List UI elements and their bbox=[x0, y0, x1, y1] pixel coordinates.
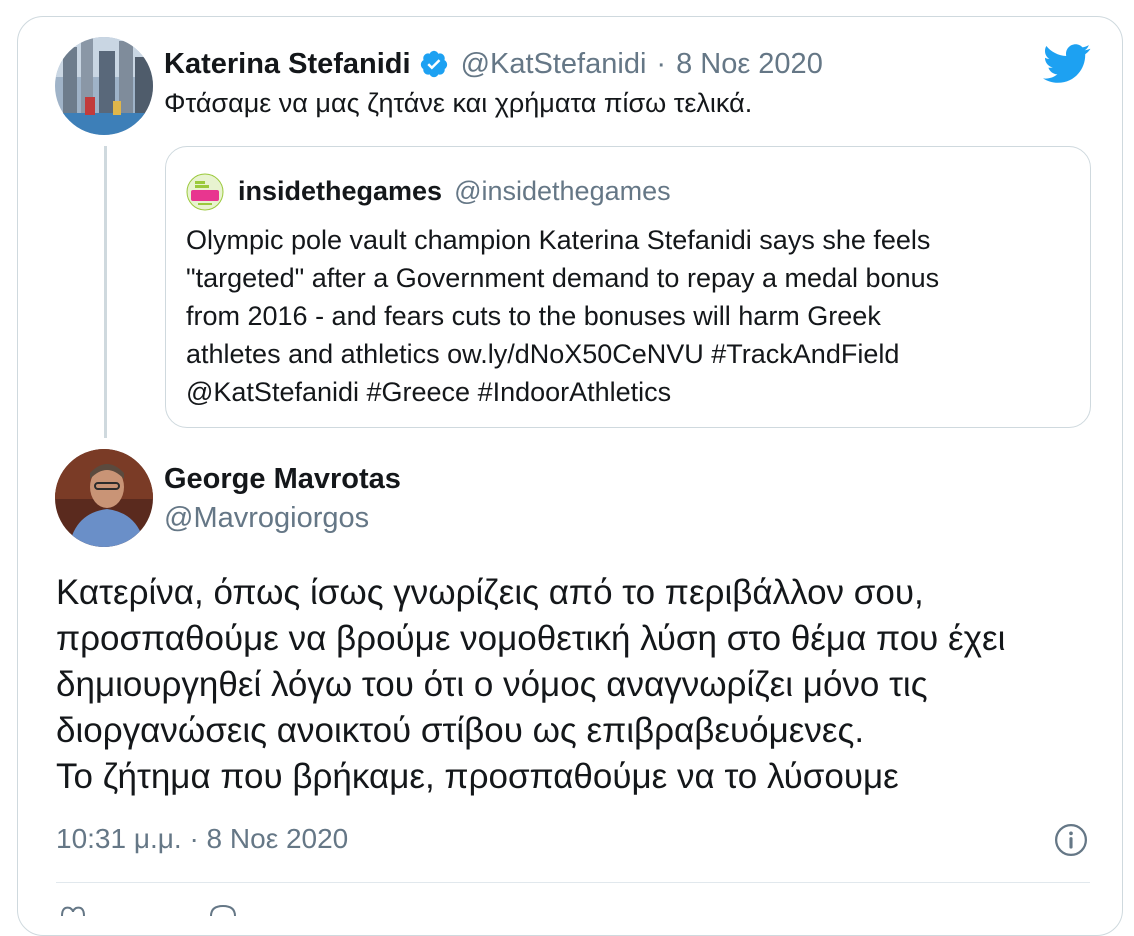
author-avatar[interactable] bbox=[55, 37, 153, 135]
quoted-tweet-header: insidethegames @insidethegames bbox=[238, 171, 671, 211]
quoted-text-line: "targeted" after a Government demand to … bbox=[186, 263, 940, 293]
author-handle[interactable]: @KatStefanidi bbox=[461, 48, 647, 81]
reply-timestamp[interactable]: 10:31 μ.μ. · 8 Νοε 2020 bbox=[56, 823, 348, 855]
quoted-tweet-text: Olympic pole vault champion Katerina Ste… bbox=[186, 221, 1066, 411]
thread-connector-line bbox=[104, 146, 107, 438]
twitter-bird-icon[interactable] bbox=[1043, 44, 1091, 84]
like-icon[interactable] bbox=[58, 904, 88, 916]
reply-author-handle[interactable]: @Mavrogiorgos bbox=[164, 502, 369, 535]
tweet-date[interactable]: 8 Νοε 2020 bbox=[676, 48, 823, 81]
tweet-header: Katerina Stefanidi @KatStefanidi · 8 Νοε… bbox=[164, 44, 823, 84]
quoted-text-line: Olympic pole vault champion Katerina Ste… bbox=[186, 225, 931, 255]
quoted-text-line: from 2016 - and fears cuts to the bonuse… bbox=[186, 301, 881, 331]
author-name[interactable]: Katerina Stefanidi bbox=[164, 48, 411, 81]
info-icon[interactable] bbox=[1054, 823, 1088, 857]
quoted-text-line: @KatStefanidi #Greece #IndoorAthletics bbox=[186, 377, 672, 407]
reply-text-line: Το ζήτημα που βρήκαμε, προσπαθούμε να το… bbox=[56, 757, 899, 796]
quoted-author-name[interactable]: insidethegames bbox=[238, 176, 442, 207]
reply-text-line: Κατερίνα, όπως ίσως γνωρίζεις από το περ… bbox=[56, 573, 924, 612]
verified-badge-icon bbox=[420, 50, 447, 78]
quoted-author-avatar bbox=[186, 173, 224, 211]
header-separator: · bbox=[656, 47, 667, 80]
quoted-tweet[interactable]: insidethegames @insidethegames Olympic p… bbox=[165, 146, 1091, 428]
reply-author-avatar[interactable] bbox=[55, 449, 153, 547]
quoted-text-line: athletes and athletics ow.ly/dNoX50CeNVU… bbox=[186, 339, 900, 369]
action-bar-divider bbox=[56, 882, 1090, 883]
reply-text-line: προσπαθούμε να βρούμε νομοθετική λύση στ… bbox=[56, 619, 1006, 658]
reply-text-line: διοργανώσεις ανοικτού στίβου ως επιβραβε… bbox=[56, 711, 865, 750]
reply-text-line: δημιουργηθεί λόγω του ότι ο νόμος αναγνω… bbox=[56, 665, 928, 704]
reply-tweet-text: Κατερίνα, όπως ίσως γνωρίζεις από το περ… bbox=[56, 570, 1106, 800]
quoted-author-handle[interactable]: @insidethegames bbox=[454, 176, 671, 207]
reply-author-name[interactable]: George Mavrotas bbox=[164, 463, 401, 496]
tweet-text: Φτάσαμε να μας ζητάνε και χρήματα πίσω τ… bbox=[164, 88, 753, 118]
reply-icon[interactable] bbox=[208, 904, 238, 916]
